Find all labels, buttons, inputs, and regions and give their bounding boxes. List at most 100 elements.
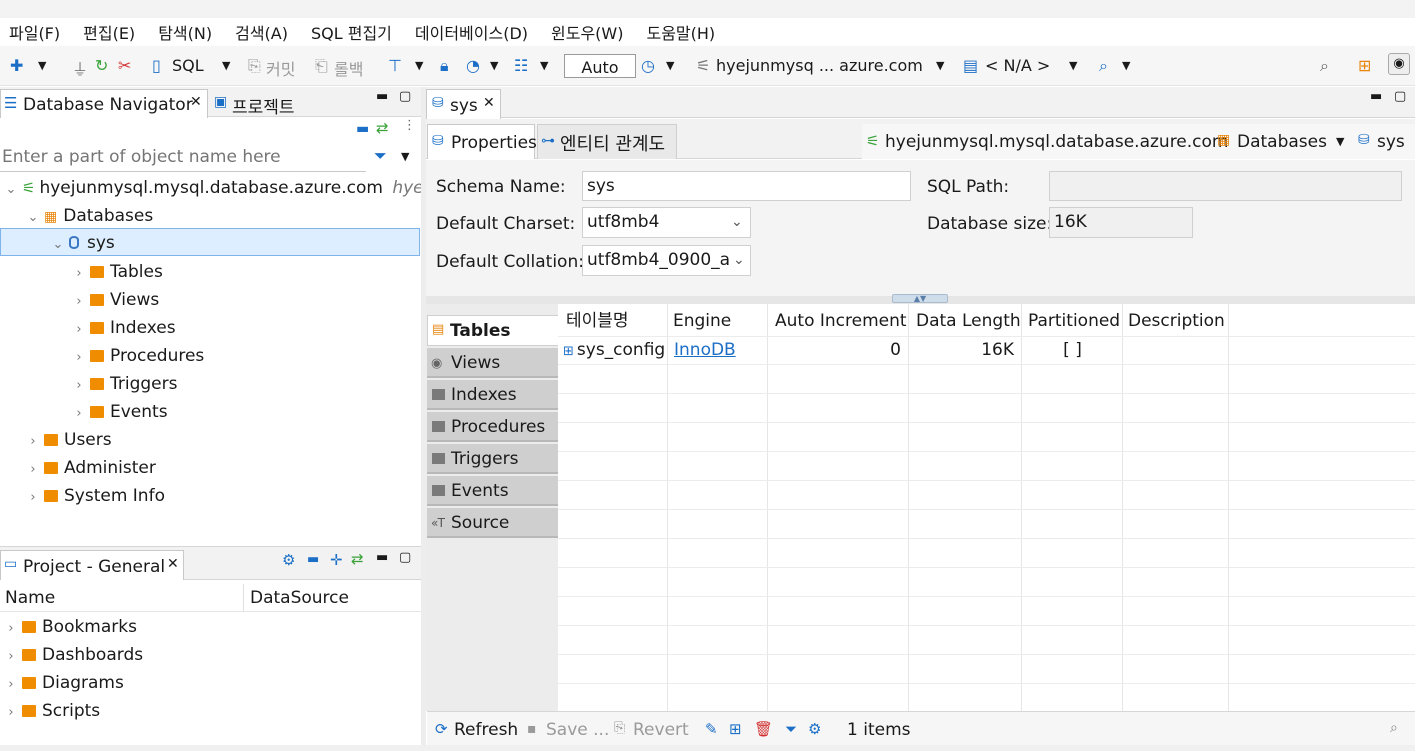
table-row[interactable]: ⊞ sys_config <box>558 336 668 364</box>
link-icon[interactable]: ⇄ <box>351 550 364 568</box>
column-name-header[interactable]: Name <box>5 588 55 608</box>
menu-database[interactable]: 데이터베이스(D) <box>415 20 528 44</box>
chevron-right-icon[interactable]: › <box>68 400 90 428</box>
new-connection-icon[interactable]: ✚ <box>10 56 23 75</box>
active-schema-selector[interactable]: < N/A > <box>985 56 1050 75</box>
chevron-right-icon[interactable]: › <box>0 643 22 671</box>
charset-select[interactable]: utf8mb4 ⌄ <box>582 207 751 238</box>
object-tab-views[interactable]: ◉ Views <box>427 348 558 378</box>
menu-edit[interactable]: 편집(E) <box>83 20 135 44</box>
chevron-down-icon[interactable]: ⌄ <box>47 231 69 259</box>
minimize-icon[interactable]: ▬ <box>376 550 388 565</box>
collation-select[interactable]: utf8mb4_0900_ai ⌄ <box>582 245 751 276</box>
delete-icon[interactable]: 🗑︎ <box>754 720 773 738</box>
filter-icon[interactable]: ⏷ <box>374 146 387 166</box>
new-connection-dropdown[interactable]: ▼ <box>38 59 46 72</box>
tree-triggers[interactable]: › Triggers <box>68 370 177 398</box>
chevron-right-icon[interactable]: › <box>22 456 44 484</box>
header-engine[interactable]: Engine <box>665 304 731 336</box>
transaction-mode-icon[interactable]: ⊤ <box>388 56 402 75</box>
chevron-right-icon[interactable]: › <box>68 288 90 316</box>
revert-button[interactable]: Revert <box>633 720 689 740</box>
gear-icon[interactable]: ⚙ <box>808 720 821 738</box>
object-tab-triggers[interactable]: Triggers <box>427 444 558 474</box>
menu-help[interactable]: 도움말(H) <box>646 20 715 44</box>
object-tab-source[interactable]: «T Source <box>427 508 558 538</box>
rollback-icon[interactable]: ⎗ <box>315 56 328 76</box>
network-dropdown[interactable]: ▼ <box>540 59 548 72</box>
chevron-right-icon[interactable]: › <box>68 260 90 288</box>
menu-window[interactable]: 윈도우(W) <box>551 20 623 44</box>
header-table-name[interactable]: 테이블명 <box>558 304 629 336</box>
close-icon[interactable]: ✕ <box>190 94 202 110</box>
maximize-icon[interactable]: ▢ <box>399 550 411 565</box>
navigator-filter-input[interactable] <box>0 143 364 171</box>
perspective-icon[interactable]: ⊞ <box>1358 56 1371 75</box>
subtab-properties[interactable]: ⛁ Properties <box>427 124 537 159</box>
tree-databases[interactable]: ⌄ ▦ Databases <box>22 202 154 230</box>
minimize-icon[interactable]: ▬ <box>1370 89 1382 104</box>
sql-dropdown[interactable]: ▼ <box>222 59 230 72</box>
object-tab-procedures[interactable]: Procedures <box>427 412 558 442</box>
history-icon[interactable]: ◷ <box>641 56 655 75</box>
history-dropdown[interactable]: ▼ <box>666 59 674 72</box>
header-description[interactable]: Description <box>1120 304 1225 336</box>
subtab-er-diagram[interactable]: ⊶ 엔티티 관계도 <box>537 124 677 159</box>
breadcrumb-connection[interactable]: hyejunmysql.mysql.database.azure.com <box>885 132 1228 152</box>
header-data-length[interactable]: Data Length <box>908 304 1021 336</box>
breadcrumb-dropdown[interactable]: ▼ <box>1336 135 1344 148</box>
expand-icon[interactable]: ✛ <box>330 551 343 569</box>
edit-icon[interactable]: ✎ <box>705 720 718 738</box>
menu-search[interactable]: 검색(A) <box>235 20 288 44</box>
tree-system-info[interactable]: › System Info <box>22 482 165 510</box>
header-auto-increment[interactable]: Auto Increment <box>767 304 907 336</box>
splitter-toggle-icon[interactable]: ▲▼ <box>892 294 948 303</box>
schema-dropdown[interactable]: ▼ <box>1069 59 1077 72</box>
maximize-icon[interactable]: ▢ <box>1394 89 1406 104</box>
tree-views[interactable]: › Views <box>68 286 159 314</box>
commit-button[interactable]: 커밋 <box>266 56 295 80</box>
column-datasource-header[interactable]: DataSource <box>250 588 349 608</box>
chevron-right-icon[interactable]: › <box>22 484 44 512</box>
collapse-icon[interactable]: ▬ <box>307 552 319 567</box>
cell-engine-link[interactable]: InnoDB <box>674 336 736 364</box>
breadcrumb-schema[interactable]: sys <box>1377 132 1405 152</box>
minimize-icon[interactable]: ▬ <box>376 89 388 104</box>
refresh-button[interactable]: Refresh <box>454 720 518 740</box>
tree-connection[interactable]: ⌄⚟hyejunmysql.mysql.database.azure.com h… <box>0 174 456 204</box>
dashboard-icon[interactable]: ◔ <box>466 56 480 75</box>
schema-name-field[interactable]: sys <box>582 171 911 201</box>
rollback-button[interactable]: 롤백 <box>334 56 363 80</box>
transaction-mode-dropdown[interactable]: ▼ <box>415 59 423 72</box>
object-tab-events[interactable]: Events <box>427 476 558 506</box>
active-connection-selector[interactable]: hyejunmysq ... azure.com <box>716 56 923 75</box>
dbeaver-perspective-icon[interactable]: ◉ <box>1388 53 1410 75</box>
close-icon[interactable]: ✕ <box>483 95 495 111</box>
close-icon[interactable]: ✕ <box>167 556 179 572</box>
tree-procedures[interactable]: › Procedures <box>68 342 204 370</box>
find-icon[interactable]: ⌕ <box>1099 56 1108 76</box>
menu-file[interactable]: 파일(F) <box>9 20 60 44</box>
dashboard-dropdown[interactable]: ▼ <box>490 59 498 72</box>
find-dropdown[interactable]: ▼ <box>1122 59 1130 72</box>
project-scripts[interactable]: › Scripts <box>0 697 100 725</box>
filter-dropdown-icon[interactable]: ▼ <box>401 150 409 163</box>
sql-button[interactable]: SQL <box>172 56 204 75</box>
tab-sys-editor[interactable]: ⛁ sys ✕ <box>426 89 501 119</box>
object-tab-indexes[interactable]: Indexes <box>427 380 558 410</box>
breadcrumb-databases[interactable]: Databases <box>1237 132 1327 152</box>
connect-icon[interactable]: ⏚ <box>72 56 88 80</box>
cell-partitioned-checkbox[interactable]: [ ] <box>1022 336 1123 364</box>
chevron-down-icon[interactable]: ⌄ <box>0 176 22 204</box>
project-diagrams[interactable]: › Diagrams <box>0 669 123 697</box>
project-bookmarks[interactable]: › Bookmarks <box>0 613 137 641</box>
reconnect-icon[interactable]: ↻ <box>95 56 108 75</box>
chevron-right-icon[interactable]: › <box>0 699 22 727</box>
view-menu-icon[interactable]: ⋮ <box>403 118 416 133</box>
tree-administer[interactable]: › Administer <box>22 454 155 484</box>
search-icon[interactable]: ⌕ <box>1390 720 1398 736</box>
tree-events[interactable]: › Events <box>68 398 167 428</box>
sql-editor-icon[interactable]: ▯ <box>152 56 161 75</box>
tree-tables[interactable]: › Tables <box>68 258 162 288</box>
link-editor-icon[interactable]: ⇄ <box>376 119 389 137</box>
